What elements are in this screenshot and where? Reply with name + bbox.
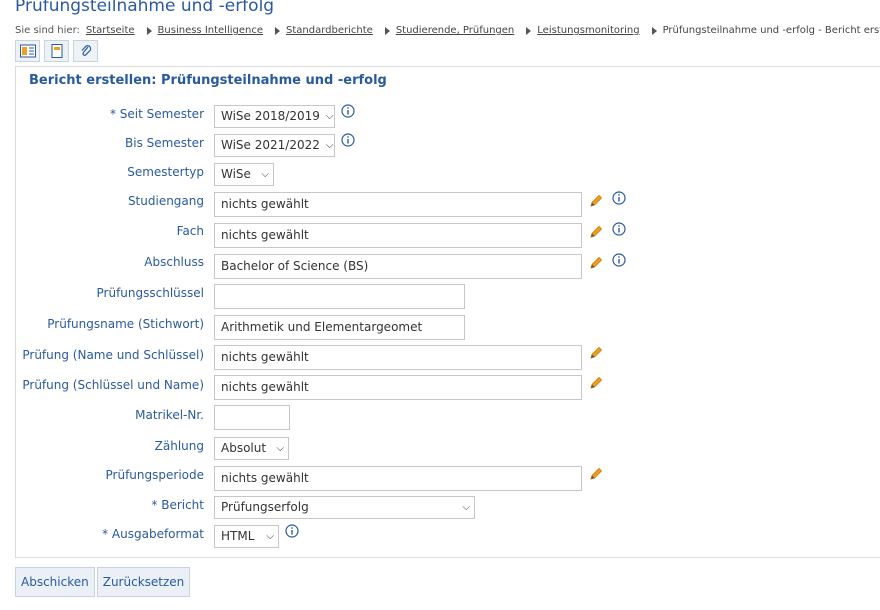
breadcrumb-separator-icon: [275, 26, 281, 35]
matrikel-input[interactable]: [214, 405, 290, 430]
ausgabeformat-value: HTML: [221, 529, 255, 543]
info-icon[interactable]: [612, 253, 626, 267]
bookmark-icon: [51, 44, 62, 58]
chevron-down-icon: [276, 438, 284, 459]
row-bericht: * Bericht Prüfungserfolg: [16, 495, 876, 519]
row-pruefungsschluessel: Prüfungsschlüssel: [16, 284, 876, 309]
pencil-icon[interactable]: [588, 193, 604, 209]
info-icon[interactable]: [612, 222, 626, 236]
chevron-down-icon: [326, 106, 334, 127]
row-zaehlung: Zählung Absolut: [16, 436, 876, 460]
info-icon[interactable]: [285, 524, 299, 538]
row-abschluss: Abschluss Bachelor of Science (BS): [16, 253, 876, 279]
report-export-icon: [19, 44, 36, 58]
row-matrikel: Matrikel-Nr.: [16, 405, 876, 430]
chevron-down-icon: [261, 164, 269, 185]
semestertyp-select[interactable]: WiSe: [214, 163, 274, 186]
form-actions: Abschicken Zurücksetzen: [15, 567, 191, 597]
matrikel-label: Matrikel-Nr.: [135, 408, 204, 422]
submit-button[interactable]: Abschicken: [15, 567, 95, 597]
breadcrumb-separator-icon: [526, 26, 532, 35]
chevron-down-icon: [266, 526, 274, 547]
pruefung-name-schluessel-field[interactable]: nichts gewählt: [214, 345, 582, 370]
row-pruefung-schluessel-name: Prüfung (Schlüssel und Name) nichts gewä…: [16, 375, 876, 400]
breadcrumb-separator-icon: [384, 26, 390, 35]
row-pruefungsperiode: Prüfungsperiode nichts gewählt: [16, 465, 876, 491]
pencil-icon[interactable]: [588, 255, 604, 271]
chevron-down-icon: [326, 135, 334, 156]
pruefung-name-schluessel-label: Prüfung (Name und Schlüssel): [22, 348, 204, 362]
bis-semester-select[interactable]: WiSe 2021/2022: [214, 134, 335, 157]
row-ausgabeformat: * Ausgabeformat HTML: [16, 524, 876, 548]
row-pruefung-name-schluessel: Prüfung (Name und Schlüssel) nichts gewä…: [16, 345, 876, 370]
row-semestertyp: Semestertyp WiSe: [16, 162, 876, 186]
studiengang-field[interactable]: nichts gewählt: [214, 192, 582, 217]
breadcrumb: Sie sind hier: Startseite Business Intel…: [15, 25, 880, 36]
breadcrumb-separator-icon: [146, 26, 152, 35]
pruefungsperiode-label: Prüfungsperiode: [105, 468, 204, 482]
pruefungsschluessel-label: Prüfungsschlüssel: [96, 286, 204, 300]
semestertyp-value: WiSe: [221, 167, 251, 181]
pencil-icon[interactable]: [588, 466, 604, 482]
row-bis-semester: Bis Semester WiSe 2021/2022: [16, 133, 876, 157]
pruefungsperiode-field[interactable]: nichts gewählt: [214, 466, 582, 491]
bookmark-button[interactable]: [44, 40, 69, 62]
bericht-label: * Bericht: [151, 498, 204, 512]
breadcrumb-prefix: Sie sind hier:: [15, 25, 80, 36]
export-button[interactable]: [15, 40, 40, 62]
pruefung-schluessel-name-field[interactable]: nichts gewählt: [214, 375, 582, 400]
row-studiengang: Studiengang nichts gewählt: [16, 191, 876, 217]
zaehlung-label: Zählung: [154, 439, 204, 453]
fach-field[interactable]: nichts gewählt: [214, 223, 582, 248]
fach-label: Fach: [176, 224, 204, 238]
breadcrumb-current: Prüfungsteilnahme und -erfolg - Bericht …: [662, 25, 880, 36]
semestertyp-label: Semestertyp: [127, 165, 204, 179]
seit-semester-label: * Seit Semester: [109, 107, 204, 121]
bericht-select[interactable]: Prüfungserfolg: [214, 496, 475, 519]
pruefungsname-label: Prüfungsname (Stichwort): [47, 317, 204, 331]
abschluss-field[interactable]: Bachelor of Science (BS): [214, 254, 582, 279]
page-title: Prüfungsteilnahme und -erfolg: [15, 0, 275, 16]
info-icon[interactable]: [612, 191, 626, 205]
breadcrumb-standardberichte[interactable]: Standardberichte: [286, 25, 373, 36]
pruefungsname-input[interactable]: Arithmetik und Elementargeomet: [214, 315, 465, 340]
zaehlung-select[interactable]: Absolut: [214, 437, 289, 460]
row-fach: Fach nichts gewählt: [16, 222, 876, 248]
breadcrumb-studierende-pruefungen[interactable]: Studierende, Prüfungen: [396, 25, 514, 36]
zaehlung-value: Absolut: [221, 441, 267, 455]
breadcrumb-startseite[interactable]: Startseite: [86, 25, 135, 36]
breadcrumb-leistungsmonitoring[interactable]: Leistungsmonitoring: [537, 25, 639, 36]
info-icon[interactable]: [341, 104, 355, 118]
breadcrumb-business-intelligence[interactable]: Business Intelligence: [158, 25, 263, 36]
seit-semester-select[interactable]: WiSe 2018/2019: [214, 105, 335, 128]
pencil-icon[interactable]: [588, 375, 604, 391]
abschluss-label: Abschluss: [144, 255, 204, 269]
bis-semester-value: WiSe 2021/2022: [221, 138, 320, 152]
info-icon[interactable]: [341, 133, 355, 147]
bis-semester-label: Bis Semester: [125, 136, 204, 150]
pruefung-schluessel-name-label: Prüfung (Schlüssel und Name): [22, 378, 204, 392]
form-title: Bericht erstellen: Prüfungsteilnahme und…: [29, 73, 387, 88]
reset-button[interactable]: Zurücksetzen: [96, 567, 191, 597]
chevron-down-icon: [462, 497, 470, 518]
breadcrumb-separator-icon: [651, 26, 657, 35]
pruefungsschluessel-input[interactable]: [214, 284, 465, 309]
report-form-panel: Bericht erstellen: Prüfungsteilnahme und…: [15, 66, 880, 558]
row-seit-semester: * Seit Semester WiSe 2018/2019: [16, 104, 876, 128]
attachment-icon: [81, 45, 91, 56]
attachment-button[interactable]: [73, 40, 98, 62]
pencil-icon[interactable]: [588, 345, 604, 361]
ausgabeformat-label: * Ausgabeformat: [102, 527, 204, 541]
bericht-value: Prüfungserfolg: [221, 500, 309, 514]
studiengang-label: Studiengang: [127, 194, 204, 208]
row-pruefungsname: Prüfungsname (Stichwort) Arithmetik und …: [16, 314, 876, 340]
pencil-icon[interactable]: [588, 224, 604, 240]
ausgabeformat-select[interactable]: HTML: [214, 525, 279, 548]
seit-semester-value: WiSe 2018/2019: [221, 109, 320, 123]
toolbar: [15, 40, 98, 62]
